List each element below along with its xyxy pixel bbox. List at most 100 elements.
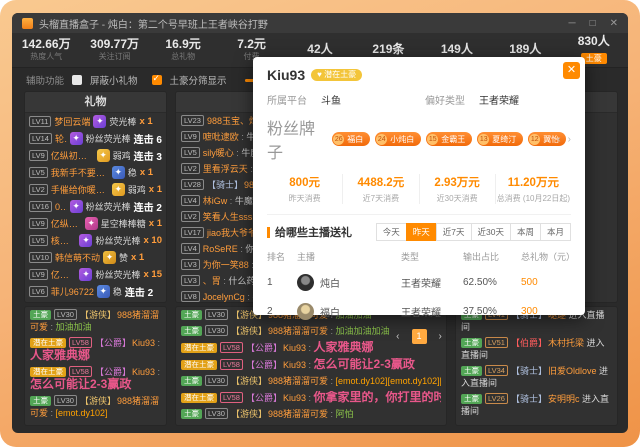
chat-username[interactable]: jiao我大爷爷 (207, 228, 257, 238)
rank-cell: 1 (267, 277, 297, 288)
level-badge: LV2 (181, 163, 200, 174)
chat-username[interactable]: 林iGw (203, 196, 228, 206)
gift-sender-name[interactable]: 亿纵初心不负 (51, 149, 94, 162)
chat-username[interactable]: 嗻吡逮欧 (203, 132, 239, 142)
page-next-icon[interactable]: › (439, 331, 442, 342)
fan-badge-pill: 13夏绮汀 (477, 132, 523, 146)
noble-tag: 【公爵】 (246, 393, 282, 403)
gift-panel: 礼物 LV11梦回云端✦荧光棒x 1LV14轮回不了✦粉丝荧光棒连击 6LV9亿… (24, 91, 167, 303)
chat-username[interactable]: JocelynCg (203, 292, 245, 302)
tab-近7天[interactable]: 近7天 (436, 223, 472, 241)
stat-item: 16.9元总礼物 (149, 38, 217, 62)
chat-username[interactable]: Kiu93 (283, 360, 306, 370)
level-badge: LV30 (54, 395, 77, 406)
gift-icon: ✦ (112, 166, 125, 179)
chat-text: 怎么可能让2-3赢政 (30, 377, 131, 391)
stat-item: 219条 (354, 43, 422, 57)
tab-近30天[interactable]: 近30天 (471, 223, 511, 241)
gift-name: 赞 (119, 251, 128, 264)
fan-badges-next-icon[interactable]: › (568, 134, 571, 145)
gift-sender-name[interactable]: 核桃花子 (51, 234, 77, 247)
chat-username[interactable]: sily暖心 (203, 148, 234, 158)
gift-sender-name[interactable]: 韩信萌不动 (55, 251, 100, 264)
fan-badges-prev-icon[interactable]: ‹ (557, 134, 560, 145)
whale-badge: 土豪 (461, 394, 482, 404)
chat-username[interactable]: 笑看人生sss (203, 212, 253, 222)
gift-sender-name[interactable]: 梦回云端 (54, 115, 90, 128)
spend-value: 2.93万元 (420, 174, 495, 190)
chat-username[interactable]: 为你一笑88 (203, 260, 249, 270)
maximize-icon[interactable]: □ (590, 18, 596, 29)
fan-badge-level: 24 (376, 134, 387, 145)
chat-username[interactable]: 安明明c (548, 394, 580, 404)
gift-sender-name[interactable]: 菲儿96722 (51, 285, 94, 298)
gift-icon: ✦ (79, 268, 92, 281)
gift-count: 连击 3 (134, 148, 162, 163)
colon-separator: : (155, 367, 160, 377)
gift-row: LV14轮回不了✦粉丝荧光棒连击 6 (25, 130, 166, 147)
tab-今天[interactable]: 今天 (376, 223, 407, 241)
gift-sender-name[interactable]: 亿纵初心不负 (51, 217, 82, 230)
minimize-icon[interactable]: ─ (568, 18, 575, 29)
gift-icon: ✦ (79, 234, 92, 247)
gift-row: LV6菲儿96722✦稳连击 2 (25, 283, 166, 300)
gift-row: LV1609神话✦粉丝荧光棒连击 2 (25, 198, 166, 215)
anchor-name[interactable]: 炖白 (320, 275, 340, 290)
stat-item: 309.77万关注订阅 (80, 38, 148, 62)
chat-username[interactable]: 988猪溜溜可爱 (268, 409, 328, 419)
fan-badge-name: 金霸王 (441, 134, 465, 145)
spend-stats-row: 800元昨天消费4488.2元近7天消费2.93万元近30天消费11.20万元总… (267, 174, 571, 204)
gift-name: 粉丝荧光棒 (86, 132, 131, 145)
amount-cell: 500 (521, 277, 571, 288)
gift-sender-name[interactable]: 亿纵初心不负 (51, 268, 77, 281)
column-header: 主播 (297, 250, 401, 263)
gift-sender-name[interactable]: 手催给你暖51046 (51, 183, 109, 196)
modal-close-button[interactable]: ✕ (563, 62, 580, 79)
chat-text: 人家雅典娜 (30, 348, 90, 362)
gift-name: 星空棒棒糖 (101, 217, 146, 230)
gift-sender-name[interactable]: 我新手不要吐槽 (51, 166, 109, 179)
chat-username[interactable]: 里看浮云天 (203, 164, 248, 174)
tab-本月[interactable]: 本月 (540, 223, 571, 241)
chat-username[interactable]: Kiu93 (132, 338, 155, 348)
gift-list: LV11梦回云端✦荧光棒x 1LV14轮回不了✦粉丝荧光棒连击 6LV9亿纵初心… (25, 113, 166, 300)
amount-cell: 300 (521, 306, 571, 317)
chat-username[interactable]: 旧爱Oldlove (548, 366, 597, 376)
type-label: 偏好类型 (425, 92, 465, 107)
chat-list: 土豪LV30【游侠】988猪溜溜可爱 : 加油加油土豪LV30【游侠】988猪溜… (176, 307, 446, 422)
anchor-name[interactable]: 福白 (320, 304, 340, 319)
whale-filter-checkbox[interactable] (152, 75, 162, 85)
fan-badge-level: 26 (333, 134, 344, 145)
page-prev-icon[interactable]: ‹ (396, 331, 399, 342)
stat-value: 42人 (286, 43, 354, 56)
close-icon[interactable]: ✕ (610, 18, 618, 29)
whale-badge: 土豪 (30, 396, 51, 406)
noble-tag: 【骑士】 (511, 394, 547, 404)
tab-本周[interactable]: 本周 (510, 223, 541, 241)
chat-username[interactable]: 988猪溜溜可爱 (268, 376, 328, 386)
gift-icon: ✦ (97, 285, 110, 298)
fan-badge-pill: 26福白 (332, 132, 370, 146)
block-small-gifts-checkbox[interactable] (72, 75, 82, 85)
gift-sender-name[interactable]: 轮回不了 (55, 132, 67, 145)
gift-row: LV9亿纵初心不负✦弱鸡连击 3 (25, 147, 166, 164)
noble-tag: 【游侠】 (80, 396, 116, 406)
chat-username[interactable]: 、胃 (203, 276, 221, 286)
period-tabs: 今天昨天近7天近30天本周本月 (377, 223, 571, 241)
chat-username[interactable]: RoSeRE (203, 244, 238, 254)
tab-昨天[interactable]: 昨天 (406, 223, 437, 241)
whale-badge: 土豪 (181, 409, 202, 419)
gift-name: 弱鸡 (128, 183, 146, 196)
page-number[interactable]: 1 (412, 329, 427, 344)
whale-badge: 潜在土豪 (181, 393, 217, 403)
spend-stat: 2.93万元近30天消费 (419, 174, 495, 204)
chat-username[interactable]: Kiu93 (132, 367, 155, 377)
assist-label: 辅助功能 (26, 73, 64, 87)
colon-separator: : (306, 343, 314, 353)
gift-icon: ✦ (93, 115, 106, 128)
chat-username[interactable]: Kiu93 (283, 343, 306, 353)
chat-username[interactable]: Kiu93 (283, 393, 306, 403)
fan-badge-level: 12 (529, 134, 540, 145)
gift-sender-name[interactable]: 09神话 (55, 200, 67, 213)
level-badge: LV9 (29, 218, 48, 229)
